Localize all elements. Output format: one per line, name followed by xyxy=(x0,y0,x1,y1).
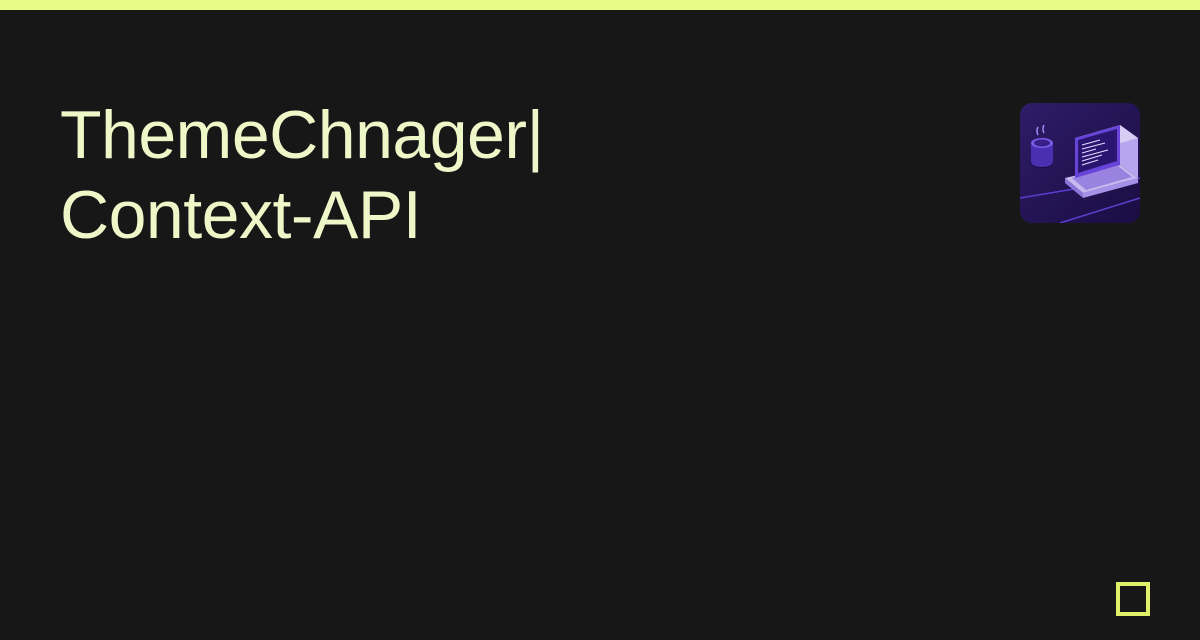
main-content: ThemeChnager| Context-API xyxy=(0,10,1200,255)
page-title: ThemeChnager| Context-API xyxy=(60,95,544,255)
top-accent-bar xyxy=(0,0,1200,10)
laptop-coffee-isometric-icon xyxy=(1020,103,1140,223)
title-line-2: Context-API xyxy=(60,175,544,255)
title-line-1: ThemeChnager| xyxy=(60,95,544,175)
corner-accent-square xyxy=(1116,582,1150,616)
